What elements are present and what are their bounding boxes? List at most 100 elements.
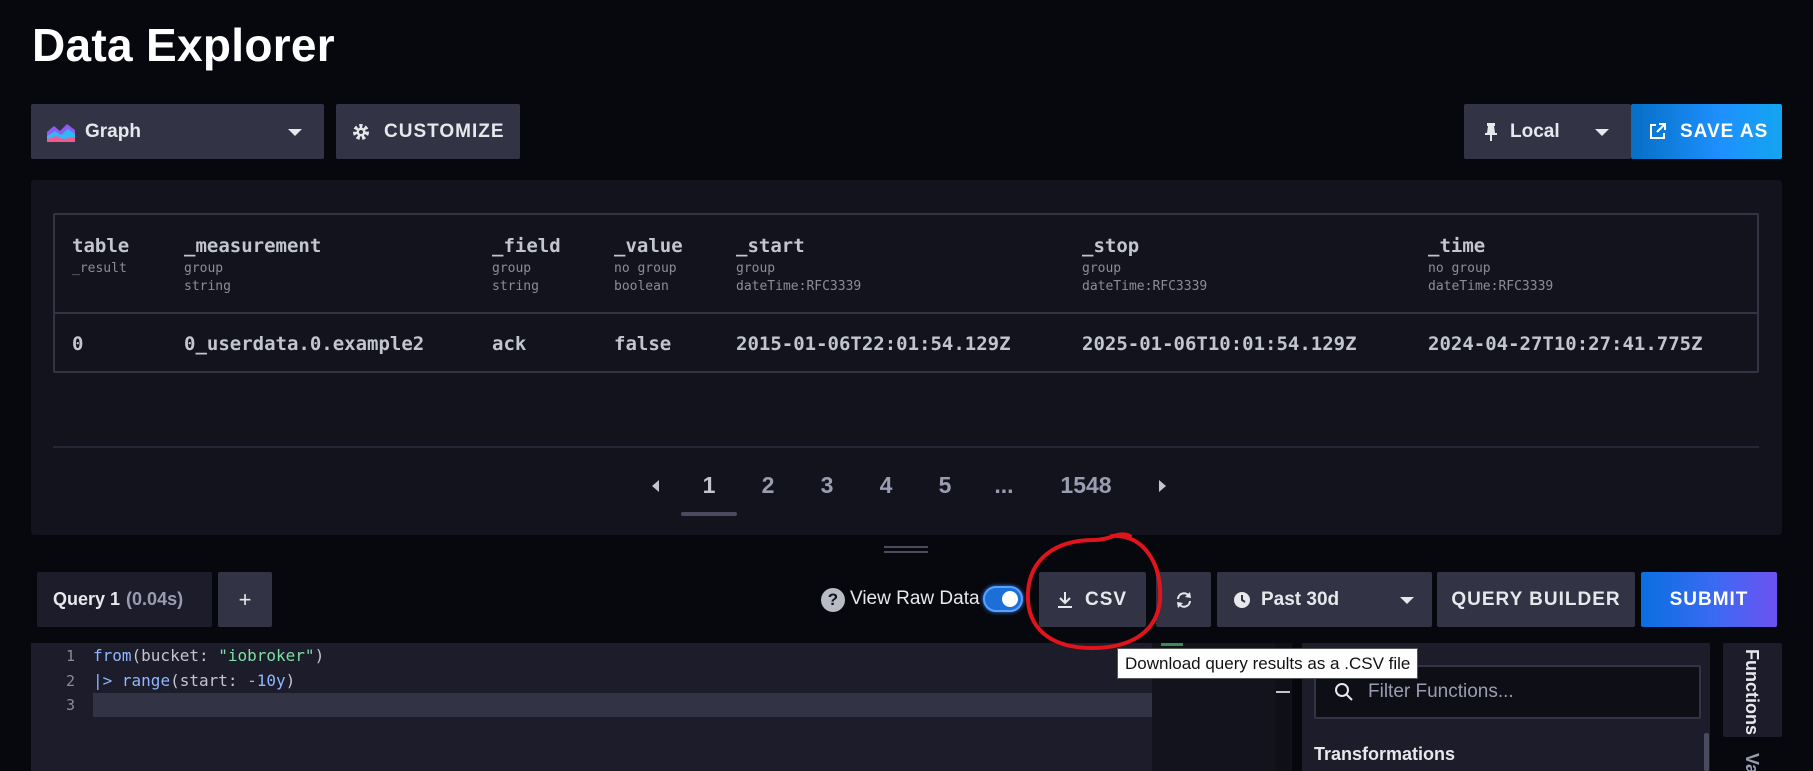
time-range-label: Past 30d (1261, 588, 1340, 610)
refresh-icon (1176, 591, 1191, 608)
side-tabs: Functions Va (1723, 643, 1782, 771)
column-group: group (492, 261, 532, 276)
gear-icon (353, 123, 369, 140)
filter-functions-input[interactable] (1368, 681, 1698, 703)
tab-functions-label: Functions (1742, 649, 1762, 735)
transformations-heading: Transformations (1314, 744, 1456, 764)
csv-label: CSV (1085, 588, 1128, 610)
column-group: group (736, 261, 776, 276)
table-cell: 0_userdata.0.example2 (184, 333, 425, 355)
query-builder-button[interactable]: QUERY BUILDER (1437, 572, 1635, 627)
column-header[interactable]: table (72, 235, 129, 257)
column-type: dateTime:RFC3339 (736, 279, 862, 294)
page-ellipsis: ... (994, 472, 1014, 498)
code-duration: -10y (247, 671, 286, 690)
timezone-label: Local (1510, 120, 1560, 142)
chevron-down-icon (1595, 129, 1609, 136)
flux-code-editor[interactable]: 1 2 3 from(bucket: "iobroker") |> range(… (31, 643, 1152, 771)
query-tab[interactable]: Query 1 (0.04s) (37, 572, 212, 627)
code-args: (bucket: (131, 646, 219, 665)
submit-button[interactable]: SUBMIT (1641, 572, 1777, 627)
column-header[interactable]: _time (1428, 235, 1485, 257)
page-button-3[interactable]: 3 (804, 463, 850, 508)
search-icon (1335, 683, 1353, 701)
column-type: dateTime:RFC3339 (1428, 279, 1554, 294)
table-header (55, 215, 1757, 314)
line-number: 2 (65, 672, 75, 690)
column-header[interactable]: _stop (1082, 235, 1139, 257)
column-group: group (184, 261, 224, 276)
csv-download-button[interactable]: CSV (1039, 572, 1146, 627)
save-as-button[interactable]: SAVE AS (1631, 104, 1782, 159)
chevron-right-icon (1158, 479, 1166, 492)
divider (53, 446, 1759, 448)
active-line-highlight (93, 693, 1152, 717)
code-pipe: |> (93, 671, 113, 690)
table-cell: 0 (72, 333, 84, 355)
column-type: string (492, 279, 539, 294)
active-page-indicator (681, 512, 737, 516)
column-header[interactable]: _start (736, 235, 805, 257)
column-type: boolean (614, 279, 669, 294)
chevron-down-icon (288, 129, 302, 136)
column-group: no group (614, 261, 677, 276)
tab-variables-label[interactable]: Va (1741, 753, 1762, 771)
page-button-2[interactable]: 2 (745, 463, 791, 508)
code-line-2: |> range(start: -10y) (93, 671, 295, 690)
column-type: dateTime:RFC3339 (1082, 279, 1208, 294)
code-function: from (93, 646, 132, 665)
column-header[interactable]: _field (492, 235, 561, 257)
column-group: no group (1428, 261, 1491, 276)
table-cell: ack (492, 333, 527, 355)
tab-functions[interactable]: Functions (1723, 643, 1782, 737)
line-number: 3 (65, 696, 75, 714)
line-number: 1 (65, 647, 75, 665)
page-button-5[interactable]: 5 (922, 463, 968, 508)
results-panel: table _result 0 _measurement group strin… (31, 180, 1782, 535)
graph-icon (47, 123, 75, 142)
code-function: range (121, 671, 171, 690)
time-range-dropdown[interactable]: Past 30d (1217, 572, 1432, 627)
next-page-button[interactable] (1147, 463, 1177, 508)
customize-label: CUSTOMIZE (384, 120, 505, 142)
page-button-last[interactable]: 1548 (1041, 463, 1131, 508)
code-args: (start: (170, 671, 248, 690)
table-cell: 2025-01-06T10:01:54.129Z (1082, 333, 1357, 355)
previous-page-button[interactable] (640, 463, 670, 508)
code-paren: ) (314, 646, 325, 665)
functions-scrollbar[interactable] (1704, 733, 1709, 771)
query-tab-name: Query 1 (53, 589, 121, 609)
add-query-button[interactable]: + (218, 572, 272, 627)
graph-type-label: Graph (85, 120, 141, 142)
timezone-dropdown[interactable]: Local (1464, 104, 1631, 159)
pagination: 1 2 3 4 5 ... 1548 (31, 463, 1782, 523)
query-tab-duration: (0.04s) (126, 589, 184, 609)
table-cell: false (614, 333, 672, 355)
column-header[interactable]: _value (614, 235, 683, 257)
help-icon[interactable]: ? (821, 588, 845, 612)
save-as-label: SAVE AS (1680, 120, 1769, 142)
view-raw-data-toggle[interactable] (983, 586, 1023, 612)
graph-type-dropdown[interactable]: Graph (31, 104, 324, 159)
view-raw-data-label: View Raw Data (850, 588, 980, 609)
code-paren: ) (285, 671, 296, 690)
page-button-4[interactable]: 4 (863, 463, 909, 508)
page-title: Data Explorer (32, 19, 336, 71)
csv-tooltip: Download query results as a .CSV file (1117, 648, 1419, 679)
chevron-left-icon (651, 479, 659, 492)
pin-icon (1485, 122, 1497, 141)
column-group: group (1082, 261, 1122, 276)
page-button-1[interactable]: 1 (686, 463, 732, 508)
refresh-button[interactable] (1156, 572, 1211, 627)
column-header[interactable]: _measurement (184, 235, 321, 257)
code-line-1: from(bucket: "iobroker") (93, 646, 324, 665)
customize-button[interactable]: CUSTOMIZE (336, 104, 520, 159)
column-group: _result (72, 261, 127, 276)
table-cell: 2015-01-06T22:01:54.129Z (736, 333, 1011, 355)
download-icon (1058, 592, 1072, 608)
table-cell: 2024-04-27T10:27:41.775Z (1428, 333, 1703, 355)
toggle-knob (1002, 591, 1018, 607)
minimap-mark (1161, 643, 1183, 646)
column-type: string (184, 279, 231, 294)
panel-resize-handle[interactable] (884, 546, 928, 553)
